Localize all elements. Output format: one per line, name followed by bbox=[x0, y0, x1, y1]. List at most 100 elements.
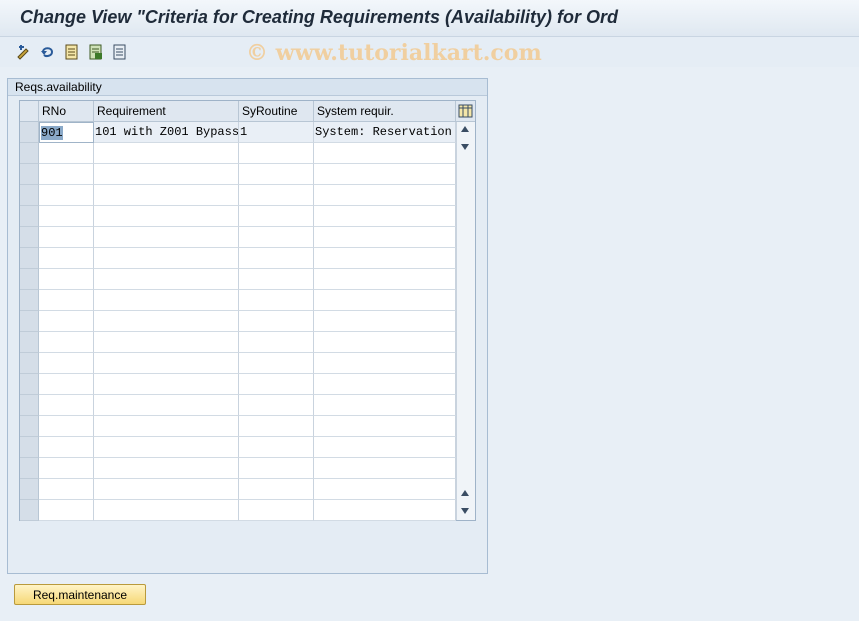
table-cell bbox=[39, 143, 94, 164]
watermark-text: © www.tutorialkart.com bbox=[246, 40, 542, 66]
table-cell bbox=[239, 353, 314, 374]
table-cell bbox=[94, 143, 239, 164]
row-selector[interactable] bbox=[20, 227, 39, 248]
table-cell bbox=[239, 164, 314, 185]
row-selector[interactable] bbox=[20, 311, 39, 332]
scroll-up-icon[interactable] bbox=[461, 490, 469, 496]
table-cell bbox=[94, 458, 239, 479]
row-selector[interactable] bbox=[20, 332, 39, 353]
table-cell bbox=[39, 227, 94, 248]
row-selector[interactable] bbox=[20, 248, 39, 269]
group-title: Reqs.availability bbox=[8, 79, 487, 96]
table-cell bbox=[39, 437, 94, 458]
scroll-down-icon[interactable] bbox=[461, 144, 469, 150]
delete-icon[interactable] bbox=[111, 43, 129, 61]
table-cell bbox=[94, 206, 239, 227]
row-selector[interactable] bbox=[20, 290, 39, 311]
table-cell bbox=[39, 248, 94, 269]
requirement-cell: 101 with Z001 Bypass bbox=[94, 122, 239, 143]
table-cell bbox=[239, 143, 314, 164]
scroll-up-icon[interactable] bbox=[461, 126, 469, 132]
req-maintenance-button[interactable]: Req.maintenance bbox=[14, 584, 146, 605]
table-cell bbox=[39, 458, 94, 479]
row-selector[interactable] bbox=[20, 500, 39, 521]
table-cell bbox=[94, 437, 239, 458]
column-header-rno[interactable]: RNo bbox=[39, 101, 94, 122]
row-selector[interactable] bbox=[20, 374, 39, 395]
requirements-table: RNo Requirement SyRoutine System requir.… bbox=[19, 100, 476, 521]
table-cell bbox=[39, 395, 94, 416]
undo-icon[interactable] bbox=[39, 43, 57, 61]
row-selector[interactable] bbox=[20, 206, 39, 227]
new-entries-icon[interactable] bbox=[63, 43, 81, 61]
table-cell bbox=[314, 500, 456, 521]
table-cell bbox=[39, 479, 94, 500]
table-cell bbox=[94, 374, 239, 395]
table-cell bbox=[239, 374, 314, 395]
table-cell bbox=[94, 290, 239, 311]
table-cell bbox=[94, 269, 239, 290]
system-requir-cell: System: Reservation bbox=[314, 122, 456, 143]
table-cell bbox=[314, 479, 456, 500]
row-selector[interactable] bbox=[20, 479, 39, 500]
table-cell bbox=[39, 269, 94, 290]
row-selector[interactable] bbox=[20, 185, 39, 206]
table-cell bbox=[314, 458, 456, 479]
table-cell bbox=[239, 248, 314, 269]
vertical-scrollbar[interactable] bbox=[456, 122, 475, 520]
column-header-requirement[interactable]: Requirement bbox=[94, 101, 239, 122]
table-cell bbox=[39, 353, 94, 374]
rno-input[interactable]: 901 bbox=[39, 122, 94, 143]
table-cell bbox=[314, 311, 456, 332]
table-cell bbox=[39, 185, 94, 206]
table-cell bbox=[314, 332, 456, 353]
table-cell bbox=[39, 500, 94, 521]
row-selector[interactable] bbox=[20, 164, 39, 185]
table-cell bbox=[239, 269, 314, 290]
row-selector[interactable] bbox=[20, 437, 39, 458]
row-selector[interactable] bbox=[20, 143, 39, 164]
table-cell bbox=[239, 185, 314, 206]
select-all-corner[interactable] bbox=[20, 101, 39, 122]
scroll-down-icon[interactable] bbox=[461, 508, 469, 514]
table-cell bbox=[314, 437, 456, 458]
table-cell bbox=[239, 458, 314, 479]
title-bar: Change View "Criteria for Creating Requi… bbox=[0, 0, 859, 37]
table-cell bbox=[314, 290, 456, 311]
table-cell bbox=[314, 164, 456, 185]
table-cell bbox=[239, 227, 314, 248]
table-cell bbox=[239, 290, 314, 311]
table-cell bbox=[314, 374, 456, 395]
table-cell bbox=[239, 332, 314, 353]
row-selector[interactable] bbox=[20, 353, 39, 374]
column-header-system-requir[interactable]: System requir. bbox=[314, 101, 456, 122]
row-selector[interactable] bbox=[20, 122, 39, 143]
table-cell bbox=[94, 164, 239, 185]
table-cell bbox=[94, 416, 239, 437]
table-cell bbox=[239, 395, 314, 416]
table-cell bbox=[94, 353, 239, 374]
table-cell bbox=[39, 290, 94, 311]
table-cell bbox=[314, 269, 456, 290]
table-cell bbox=[94, 227, 239, 248]
table-cell bbox=[94, 395, 239, 416]
column-header-syroutine[interactable]: SyRoutine bbox=[239, 101, 314, 122]
table-cell bbox=[314, 185, 456, 206]
table-cell bbox=[314, 353, 456, 374]
table-cell bbox=[239, 311, 314, 332]
table-cell bbox=[314, 206, 456, 227]
display-change-icon[interactable] bbox=[15, 43, 33, 61]
row-selector[interactable] bbox=[20, 416, 39, 437]
row-selector[interactable] bbox=[20, 458, 39, 479]
table-cell bbox=[239, 437, 314, 458]
copy-icon[interactable] bbox=[87, 43, 105, 61]
row-selector[interactable] bbox=[20, 395, 39, 416]
table-cell bbox=[314, 227, 456, 248]
row-selector[interactable] bbox=[20, 269, 39, 290]
table-cell bbox=[39, 311, 94, 332]
table-settings-icon[interactable] bbox=[456, 101, 475, 122]
table-cell bbox=[39, 374, 94, 395]
table-cell bbox=[314, 248, 456, 269]
table-cell bbox=[39, 164, 94, 185]
table-cell bbox=[239, 500, 314, 521]
